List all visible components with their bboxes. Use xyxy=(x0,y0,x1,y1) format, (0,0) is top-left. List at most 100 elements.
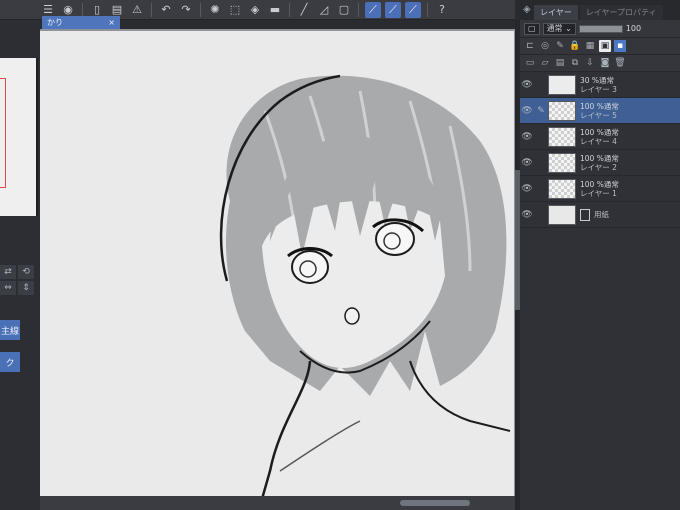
mask-add-icon[interactable]: ◙ xyxy=(599,57,611,69)
blend-mode-select[interactable]: 通常 ⌄ xyxy=(542,22,576,35)
layer-name: レイヤー 4 xyxy=(580,136,617,146)
layer-options-row: ⊏ ◎ ✎ 🔒 ▦ ▣ ▪ xyxy=(520,38,680,55)
layer-name: 用紙 xyxy=(594,210,609,219)
zoom-fit-icon[interactable]: ⇔ xyxy=(0,281,16,295)
lock-icon[interactable]: 🔒 xyxy=(569,40,581,52)
navigator-preview xyxy=(0,58,38,216)
layer-thumbnail xyxy=(548,74,576,95)
layer-thumbnail xyxy=(548,204,576,225)
layer-panel-icon: ◈ xyxy=(523,4,531,15)
rotate-icon[interactable]: ⟲ xyxy=(18,265,34,279)
copy-layer-icon[interactable]: ⧉ xyxy=(569,57,581,69)
visibility-eye-icon[interactable]: 👁 xyxy=(520,80,534,90)
flip-icon[interactable]: ⇄ xyxy=(0,265,16,279)
warning-icon[interactable]: ⚠ xyxy=(129,2,145,18)
transform-icon[interactable]: ⬚ xyxy=(227,2,243,18)
drawing-canvas[interactable] xyxy=(40,31,514,499)
layer-opacity-mode: 100 %通常 xyxy=(580,153,619,163)
neck-left-line xyxy=(260,360,312,499)
layer-color-box[interactable]: ▢ xyxy=(524,22,540,35)
left-tool-grid: ⇄ ⟲ ⇔ ⇕ xyxy=(0,265,34,295)
toolbar-divider xyxy=(358,2,359,17)
toolbar-divider xyxy=(427,2,428,17)
visibility-eye-icon[interactable]: 👁 xyxy=(520,106,534,116)
blend-mode-value: 通常 xyxy=(546,24,563,33)
layer-thumbnail xyxy=(548,126,576,147)
snap-grid-icon[interactable]: ◿ xyxy=(316,2,332,18)
layer-name: レイヤー 1 xyxy=(580,188,617,198)
layer-row-paper[interactable]: 👁 用紙 xyxy=(520,202,680,228)
right-eye xyxy=(375,222,415,256)
mouth xyxy=(344,307,360,325)
layer-opacity-mode: 100 %通常 xyxy=(580,179,619,189)
layer-row-layer-5[interactable]: 👁 ✎ 100 %通常 レイヤー 5 xyxy=(520,98,680,124)
layer-thumbnail xyxy=(548,100,576,121)
opacity-value: 100 xyxy=(625,24,642,33)
visibility-eye-icon[interactable]: 👁 xyxy=(520,132,534,142)
layer-opacity-mode: 100 %通常 xyxy=(580,101,619,111)
tab-layer[interactable]: レイヤー xyxy=(534,5,578,20)
artwork-sketch xyxy=(219,74,511,499)
tab-main-line[interactable]: 主線 xyxy=(0,320,20,340)
horizontal-scroll-thumb[interactable] xyxy=(400,500,470,506)
canvas-tab-title: かり xyxy=(47,18,63,27)
merge-down-icon[interactable]: ⇩ xyxy=(584,57,596,69)
new-vector-layer-icon[interactable]: ▱ xyxy=(539,57,551,69)
layer-actions-row: ▭ ▱ ▤ ⧉ ⇩ ◙ 🗑 xyxy=(520,55,680,72)
new-folder-icon[interactable]: ▤ xyxy=(554,57,566,69)
panel-tabs: レイヤー レイヤープロパティ xyxy=(520,0,680,20)
layer-color-icon[interactable]: ▪ xyxy=(614,40,626,52)
layer-opacity-mode: 100 %通常 xyxy=(580,127,619,137)
undo-icon[interactable]: ↶ xyxy=(158,2,174,18)
visibility-eye-icon[interactable]: 👁 xyxy=(520,210,534,220)
zoom-reset-icon[interactable]: ⇕ xyxy=(18,281,34,295)
layer-list: 👁 30 %通常 レイヤー 3 👁 ✎ 100 %通常 レイヤー 5 👁 100… xyxy=(520,72,680,228)
mask-icon[interactable]: ▣ xyxy=(599,40,611,52)
layer-row-layer-4[interactable]: 👁 100 %通常 レイヤー 4 xyxy=(520,124,680,150)
layer-panel: ◈ レイヤー レイヤープロパティ ▢ 通常 ⌄ 100 ⊏ ◎ ✎ 🔒 ▦ ▣ … xyxy=(520,0,680,510)
horizontal-scrollbar[interactable] xyxy=(40,496,515,510)
fill-icon[interactable]: ◈ xyxy=(247,2,263,18)
clear-icon[interactable]: ▬ xyxy=(267,2,283,18)
layer-row-layer-3[interactable]: 👁 30 %通常 レイヤー 3 xyxy=(520,72,680,98)
visibility-eye-icon[interactable]: 👁 xyxy=(520,184,534,194)
grid-snap-icon[interactable]: ⟋ xyxy=(405,1,421,18)
visibility-eye-icon[interactable]: 👁 xyxy=(520,158,534,168)
opacity-slider[interactable] xyxy=(578,24,623,33)
help-icon[interactable]: ? xyxy=(434,2,450,18)
layer-name: レイヤー 2 xyxy=(580,162,617,172)
toolbar-divider xyxy=(151,2,152,17)
tab-secondary[interactable]: ク xyxy=(0,352,20,372)
lock-alpha-icon[interactable]: ▦ xyxy=(584,40,596,52)
layer-thumbnail xyxy=(548,152,576,173)
blend-mode-row: ▢ 通常 ⌄ 100 xyxy=(520,20,680,38)
close-icon[interactable]: × xyxy=(108,18,115,27)
tab-layer-property[interactable]: レイヤープロパティ xyxy=(579,5,663,20)
brush-settings-icon[interactable]: ✺ xyxy=(207,2,223,18)
navigator-frame xyxy=(0,78,6,188)
layer-opacity-mode: 30 %通常 xyxy=(580,75,615,85)
canvas-window xyxy=(40,29,515,510)
layer-name: レイヤー 3 xyxy=(580,84,617,94)
special-ruler-snap-icon[interactable]: ⟋ xyxy=(385,1,401,18)
toolbar-divider xyxy=(289,2,290,17)
collarbone-line xyxy=(279,420,361,472)
pen-edit-icon: ✎ xyxy=(537,105,545,116)
left-eye xyxy=(291,250,329,284)
canvas-document-tab[interactable]: かり × xyxy=(42,16,120,29)
paper-icon xyxy=(580,208,590,221)
reference-icon[interactable]: ◎ xyxy=(539,40,551,52)
redo-icon[interactable]: ↷ xyxy=(178,2,194,18)
clip-icon[interactable]: ⊏ xyxy=(524,40,536,52)
toolbar-divider xyxy=(200,2,201,17)
draft-icon[interactable]: ✎ xyxy=(554,40,566,52)
delete-layer-icon[interactable]: 🗑 xyxy=(614,57,626,69)
layer-name: レイヤー 5 xyxy=(580,110,617,120)
toolbar-divider xyxy=(82,2,83,17)
snap-off-icon[interactable]: ╱ xyxy=(296,2,312,18)
layer-row-layer-2[interactable]: 👁 100 %通常 レイヤー 2 xyxy=(520,150,680,176)
ruler-snap-icon[interactable]: ⟋ xyxy=(365,1,381,18)
layer-row-layer-1[interactable]: 👁 100 %通常 レイヤー 1 xyxy=(520,176,680,202)
new-raster-layer-icon[interactable]: ▭ xyxy=(524,57,536,69)
snap-shape-icon[interactable]: ▢ xyxy=(336,2,352,18)
